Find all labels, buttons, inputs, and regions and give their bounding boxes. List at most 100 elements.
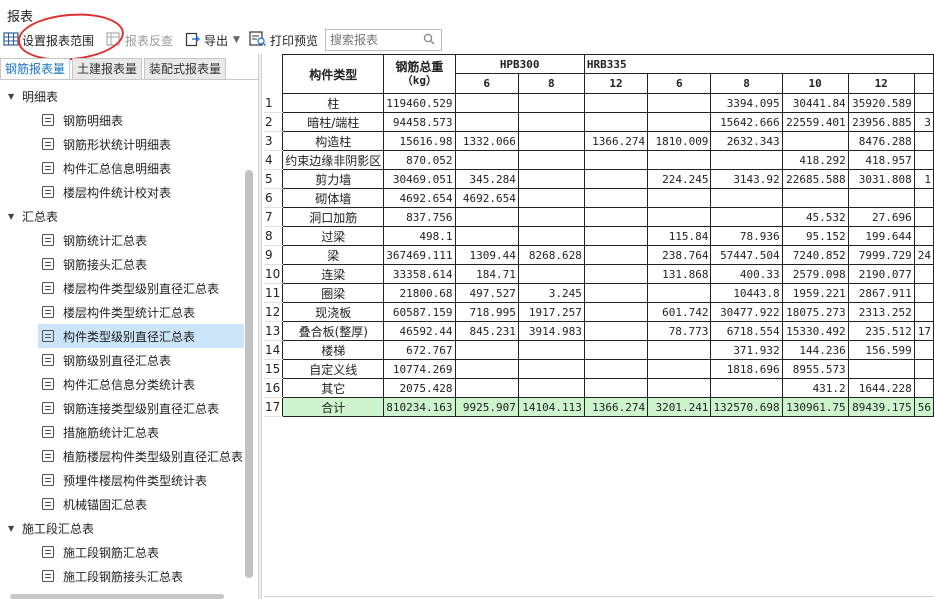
tree-item[interactable]: 预埋件楼层构件类型统计表 — [0, 468, 244, 492]
tree-item[interactable]: 楼层构件类型级别直径汇总表 — [0, 276, 244, 300]
value-cell — [454, 378, 519, 398]
value-cell — [647, 188, 712, 208]
table-row[interactable]: 12 现浇板 60587.159 718.995 1917.257 601.742 3047… — [264, 302, 934, 322]
report-search-box[interactable] — [324, 29, 442, 51]
value-cell — [517, 93, 585, 113]
value-cell: 400.33 — [710, 264, 783, 284]
report-search-input[interactable] — [329, 33, 420, 47]
report-window: 报表 设置报表范围 报表反查 导出 ▼ 打印预览 搜索报表 钢筋报表量 土建报表… — [0, 0, 934, 599]
total-weight-cell: 810234.163 — [383, 397, 456, 417]
tree-group-summary[interactable]: ▼ 汇总表 — [0, 204, 244, 228]
tab-steel-report[interactable]: 钢筋报表量 — [0, 58, 71, 79]
value-cell: 7240.852 — [781, 245, 849, 265]
tree-item-label: 构件类型级别直径汇总表 — [63, 329, 196, 344]
set-range-button[interactable]: 设置报表范围 — [0, 28, 97, 52]
value-cell: 89439.175 — [847, 397, 915, 417]
panel-splitter[interactable] — [258, 54, 262, 599]
table-row[interactable]: 17 合计 810234.163 9925.907 14104.113 1366.274 3… — [264, 397, 934, 417]
document-icon — [42, 426, 54, 438]
component-type-cell: 自定义线 — [282, 359, 385, 379]
table-row[interactable]: 15 自定义线 10774.269 1818.696 8955.573 — [264, 359, 934, 379]
tree-item[interactable]: 钢筋级别直径汇总表 — [0, 348, 244, 372]
overflow-cell: 17 — [913, 321, 934, 341]
grid-settings-icon — [3, 31, 22, 50]
print-preview-button[interactable]: 打印预览 — [246, 28, 321, 52]
overflow-cell — [913, 283, 934, 303]
table-row[interactable]: 13 叠合板(整厚) 46592.44 845.231 3914.983 78.773 67… — [264, 321, 934, 341]
value-cell: 8476.288 — [847, 131, 915, 151]
table-row[interactable]: 8 过梁 498.1 115.84 78.936 95.152 199.644 — [264, 226, 934, 246]
tree-item[interactable]: 构件汇总信息明细表 — [0, 156, 244, 180]
tree-item[interactable]: 钢筋连接类型级别直径汇总表 — [0, 396, 244, 420]
export-button[interactable]: 导出 — [182, 28, 231, 52]
collapse-caret-icon[interactable]: ▼ — [8, 524, 18, 533]
tree-item[interactable]: 钢筋统计汇总表 — [0, 228, 244, 252]
window-title: 报表 — [7, 10, 34, 25]
tree-item[interactable]: 措施筋统计汇总表 — [0, 420, 244, 444]
tree-item[interactable]: 构件汇总信息分类统计表 — [0, 372, 244, 396]
export-dropdown-icon[interactable]: ▼ — [233, 35, 240, 45]
tree-item-selected[interactable]: 构件类型级别直径汇总表 — [0, 324, 244, 348]
value-cell: 15642.666 — [710, 112, 783, 132]
value-cell — [583, 169, 649, 189]
reverse-check-button[interactable]: 报表反查 — [103, 28, 176, 52]
collapse-caret-icon[interactable]: ▼ — [8, 212, 18, 221]
tree-item[interactable]: 施工段钢筋接头汇总表 — [0, 564, 244, 588]
value-cell — [710, 150, 783, 170]
value-cell: 845.231 — [454, 321, 519, 341]
value-cell — [517, 359, 585, 379]
tree-group-section[interactable]: ▼ 施工段汇总表 — [0, 516, 244, 540]
table-row[interactable]: 9 梁 367469.111 1309.44 8268.628 238.764 57447.… — [264, 245, 934, 265]
table-row[interactable]: 3 构造柱 15616.98 1332.066 1366.274 1810.009 2632… — [264, 131, 934, 151]
value-cell: 235.512 — [847, 321, 915, 341]
tree-item-label: 施工段钢筋接头汇总表 — [63, 569, 184, 584]
component-type-cell: 合计 — [282, 397, 385, 417]
tab-underline — [0, 79, 258, 80]
tree-group-label: 汇总表 — [22, 209, 59, 224]
tree-item[interactable]: 楼层构件类型统计汇总表 — [0, 300, 244, 324]
tree-item[interactable]: 楼层构件统计校对表 — [0, 180, 244, 204]
tree-item-label: 楼层构件类型级别直径汇总表 — [63, 281, 220, 296]
tree-item[interactable]: 钢筋形状统计明细表 — [0, 132, 244, 156]
total-weight-unit: （kg） — [401, 74, 438, 87]
table-row[interactable]: 6 砌体墙 4692.654 4692.654 — [264, 188, 934, 208]
total-weight-cell: 10774.269 — [383, 359, 456, 379]
collapse-caret-icon[interactable]: ▼ — [8, 92, 18, 101]
tree-horizontal-scrollbar[interactable] — [10, 594, 224, 599]
search-icon[interactable] — [420, 33, 435, 48]
row-index: 15 — [264, 359, 283, 379]
component-type-cell: 圈梁 — [282, 283, 385, 303]
table-row[interactable]: 1 柱 119460.529 3394.095 30441.84 35920.589 — [264, 93, 934, 113]
table-bottom-scroll[interactable] — [264, 596, 934, 597]
tree-item[interactable]: 钢筋接头汇总表 — [0, 252, 244, 276]
tree-item-label: 钢筋明细表 — [63, 113, 124, 128]
value-cell — [517, 340, 585, 360]
tree-item[interactable]: 机械锚固汇总表 — [0, 492, 244, 516]
table-row[interactable]: 11 圈梁 21800.68 497.527 3.245 10443.8 1959.221 2… — [264, 283, 934, 303]
tab-civil-report[interactable]: 土建报表量 — [72, 58, 143, 79]
table-row[interactable]: 10 连梁 33358.614 184.71 131.868 400.33 2579.098… — [264, 264, 934, 284]
tree-item-label: 施工段钢筋汇总表 — [63, 545, 160, 560]
diameter-header: 12 — [847, 73, 915, 94]
value-cell: 35920.589 — [847, 93, 915, 113]
total-weight-cell: 33358.614 — [383, 264, 456, 284]
table-row[interactable]: 2 暗柱/端柱 94458.573 15642.666 22559.401 23956.8… — [264, 112, 934, 132]
table-row[interactable]: 7 洞口加筋 837.756 45.532 27.696 — [264, 207, 934, 227]
document-icon — [42, 450, 54, 462]
tree-item[interactable]: 植筋楼层构件类型级别直径汇总表 — [0, 444, 244, 468]
table-row[interactable]: 16 其它 2075.428 431.2 1644.228 — [264, 378, 934, 398]
tree-item[interactable]: 钢筋明细表 — [0, 108, 244, 132]
component-type-cell: 连梁 — [282, 264, 385, 284]
tree-item[interactable]: 施工段钢筋汇总表 — [0, 540, 244, 564]
table-row[interactable]: 4 约束边缘非阴影区 870.052 418.292 418.957 — [264, 150, 934, 170]
tree-scrollbar[interactable] — [245, 170, 253, 578]
tab-prefab-report[interactable]: 装配式报表量 — [144, 58, 227, 79]
row-index: 1 — [264, 93, 283, 113]
value-cell — [517, 378, 585, 398]
print-preview-label: 打印预览 — [269, 33, 318, 48]
tree-item-label: 楼层构件统计校对表 — [63, 185, 172, 200]
table-row[interactable]: 5 剪力墙 30469.051 345.284 224.245 3143.92 22685.… — [264, 169, 934, 189]
tree-group-detail[interactable]: ▼ 明细表 — [0, 84, 244, 108]
table-row[interactable]: 14 楼梯 672.767 371.932 144.236 156.599 — [264, 340, 934, 360]
value-cell — [647, 340, 712, 360]
